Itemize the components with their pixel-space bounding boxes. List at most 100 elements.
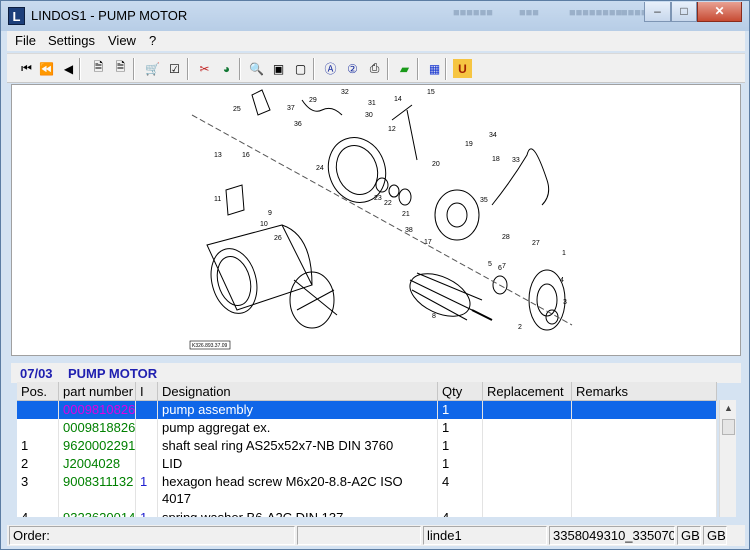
- menu-view[interactable]: View: [108, 33, 136, 48]
- toolbar: ⏮ ⏪ ◀ 🗎 🗎 🛒 ☑ ✂ ◕ 🔍 ▣ ▢ Ⓐ ② ⎙ ▰ ▦ U: [7, 53, 745, 83]
- callout-label[interactable]: 21: [402, 211, 410, 218]
- designation-line: pump aggregat ex.: [162, 420, 271, 435]
- table-row[interactable]: 0009810826 pump assembly 1: [17, 401, 717, 419]
- callout-label[interactable]: 14: [394, 96, 402, 103]
- callout-label[interactable]: 32: [341, 89, 349, 96]
- parts-table: Pos. part number I Designation Qty Repla…: [17, 382, 717, 517]
- callout-label[interactable]: 8: [432, 313, 436, 320]
- table-row[interactable]: 493236200141spring washer B6-A2C DIN 137…: [17, 509, 717, 517]
- vertical-scrollbar[interactable]: ▲: [719, 400, 736, 517]
- callout-label[interactable]: 16: [242, 152, 250, 159]
- zoom-icon[interactable]: 🔍: [247, 59, 266, 78]
- fit-page-icon[interactable]: ▣: [269, 59, 288, 78]
- page-icon[interactable]: ▢: [291, 59, 310, 78]
- cell-replacement: [483, 455, 572, 473]
- prev-icon[interactable]: ◀: [59, 59, 78, 78]
- cell-remarks: [572, 455, 717, 473]
- col-header-qty[interactable]: Qty: [438, 382, 483, 401]
- callout-label[interactable]: 38: [405, 227, 413, 234]
- print-icon[interactable]: ⎙: [365, 59, 384, 78]
- callout-label[interactable]: 18: [492, 156, 500, 163]
- export-doc-icon[interactable]: 🗎: [111, 59, 130, 78]
- col-header-indicator[interactable]: I: [136, 382, 158, 401]
- tools-icon[interactable]: ✂: [195, 59, 214, 78]
- exploded-parts-drawing[interactable]: 1 2 3 4 5 6 7 8 9 10 11 12 13 14 15 16 17 18 19 20 21 22 23 24 2…: [11, 84, 741, 356]
- col-header-pos[interactable]: Pos.: [17, 382, 59, 401]
- callout-label[interactable]: 25: [233, 106, 241, 113]
- u-icon[interactable]: U: [453, 59, 472, 78]
- first-icon[interactable]: ⏮: [17, 59, 36, 78]
- cell-qty: 1: [438, 419, 483, 437]
- toolbar-separator: [239, 58, 241, 80]
- scroll-thumb[interactable]: [722, 419, 735, 435]
- col-header-remarks[interactable]: Remarks: [572, 382, 717, 401]
- status-panel-blank: [297, 526, 421, 545]
- callout-label[interactable]: 13: [214, 152, 222, 159]
- table-row[interactable]: 2 J2004028 LID 1: [17, 455, 717, 473]
- col-header-part-number[interactable]: part number: [59, 382, 136, 401]
- callout-label[interactable]: 34: [489, 132, 497, 139]
- cell-ind: 1: [136, 509, 158, 517]
- cart-icon[interactable]: 🛒: [143, 59, 162, 78]
- callout-label[interactable]: 27: [532, 240, 540, 247]
- callout-label[interactable]: 7: [502, 263, 506, 270]
- callout-label[interactable]: 5: [488, 261, 492, 268]
- maximize-button[interactable]: □: [671, 2, 697, 22]
- menu-bar: File Settings View ?: [7, 31, 745, 51]
- import-doc-icon[interactable]: 🗎: [89, 59, 108, 78]
- callout-label[interactable]: 11: [214, 196, 221, 203]
- book-icon[interactable]: ▰: [395, 59, 414, 78]
- callout-label[interactable]: 22: [384, 200, 392, 207]
- globe-icon[interactable]: ◕: [217, 59, 236, 78]
- callout-label[interactable]: 33: [512, 157, 520, 164]
- minimize-button[interactable]: –: [644, 2, 671, 22]
- callout-label[interactable]: 10: [260, 221, 268, 228]
- grid-icon[interactable]: ▦: [425, 59, 444, 78]
- at-icon[interactable]: Ⓐ: [321, 59, 340, 78]
- title-bar[interactable]: L LINDOS1 - PUMP MOTOR ■■■■■■ ■■■ ■■■■■■…: [1, 1, 749, 31]
- callout-label[interactable]: 28: [502, 234, 510, 241]
- menu-settings[interactable]: Settings: [48, 33, 95, 48]
- col-header-designation[interactable]: Designation: [158, 382, 438, 401]
- table-row[interactable]: 3 9008311132 1 hexagon head screw M6x20-8.8…: [17, 473, 717, 509]
- callout-label[interactable]: 26: [274, 235, 282, 242]
- callout-label[interactable]: 17: [424, 239, 432, 246]
- callout-label[interactable]: 35: [480, 197, 488, 204]
- callout-label[interactable]: 37: [287, 105, 295, 112]
- callout-label[interactable]: 12: [388, 126, 396, 133]
- scroll-up-icon[interactable]: ▲: [720, 400, 737, 417]
- col-header-replacement[interactable]: Replacement: [483, 382, 572, 401]
- drawing-ref-code: K326.893.37.09: [192, 343, 228, 349]
- callout-label[interactable]: 1: [562, 250, 566, 257]
- status-bar: Order: linde1 3358049310_3350703 GB GB: [7, 525, 745, 546]
- callout-label[interactable]: 19: [465, 141, 473, 148]
- prev-page-icon[interactable]: ⏪: [37, 59, 56, 78]
- cell-pos: [17, 419, 59, 437]
- close-button[interactable]: ✕: [697, 2, 742, 22]
- menu-help[interactable]: ?: [149, 33, 156, 48]
- cell-qty: 1: [438, 401, 483, 419]
- callout-label[interactable]: 20: [432, 161, 440, 168]
- cell-ind: [136, 401, 158, 419]
- cell-qty: 4: [438, 509, 483, 517]
- callout-label[interactable]: 15: [427, 89, 435, 96]
- menu-file[interactable]: File: [15, 33, 36, 48]
- cell-pos: 4: [17, 509, 59, 517]
- cell-designation: spring washer B6-A2C DIN 137: [158, 509, 438, 517]
- callout-label[interactable]: 3: [563, 299, 567, 306]
- callout-label[interactable]: 23: [374, 195, 382, 202]
- callout-label[interactable]: 4: [560, 277, 564, 284]
- section-header: 07/03 PUMP MOTOR: [11, 363, 741, 383]
- callout-label[interactable]: 2: [518, 324, 522, 331]
- table-row[interactable]: 0009818826 pump aggregat ex. 1: [17, 419, 717, 437]
- help-icon[interactable]: ②: [343, 59, 362, 78]
- callout-label[interactable]: 9: [268, 210, 272, 217]
- cell-designation: pump aggregat ex.: [158, 419, 438, 437]
- callout-label[interactable]: 29: [309, 97, 317, 104]
- table-row[interactable]: 1 9620002291 shaft seal ring AS25x52x7-NB …: [17, 437, 717, 455]
- checklist-icon[interactable]: ☑: [165, 59, 184, 78]
- callout-label[interactable]: 24: [316, 165, 324, 172]
- callout-label[interactable]: 30: [365, 112, 373, 119]
- callout-label[interactable]: 31: [368, 100, 376, 107]
- callout-label[interactable]: 36: [294, 121, 302, 128]
